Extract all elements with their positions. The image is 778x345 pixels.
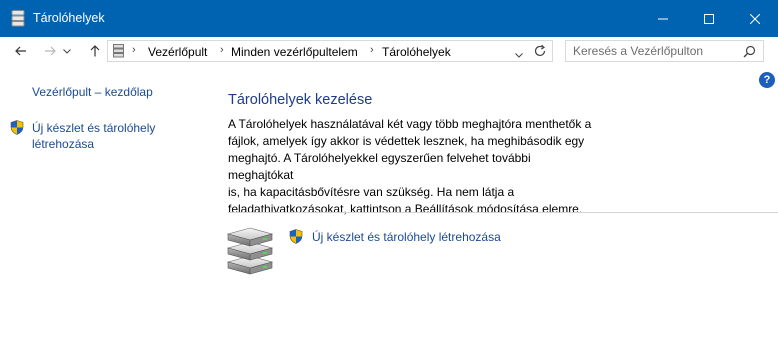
address-bar[interactable]: › Vezérlőpult › Minden vezérlőpultelem ›… [107,40,553,62]
search-input[interactable] [566,41,743,61]
page-title: Tárolóhelyek kezelése [228,92,373,108]
breadcrumb-separator: › [132,44,136,56]
description-line: fájlok, amelyek így akkor is védettek le… [228,134,585,148]
breadcrumb-separator: › [370,44,374,56]
navigation-bar: › Vezérlőpult › Minden vezérlőpultelem ›… [0,37,778,65]
breadcrumb-all-items[interactable]: Minden vezérlőpultelem [231,45,358,59]
chevron-down-icon [515,53,523,58]
refresh-icon [534,44,546,57]
up-button[interactable] [85,41,105,61]
stacked-drives-icon [225,224,275,279]
close-icon [750,13,760,24]
help-icon[interactable]: ? [759,72,775,88]
back-button[interactable] [11,41,31,61]
control-panel-home-link[interactable]: Vezérlőpult – kezdőlap [32,84,153,100]
breadcrumb-control-panel[interactable]: Vezérlőpult [148,45,207,59]
maximize-button[interactable] [686,0,732,37]
arrow-right-icon [45,46,56,56]
breadcrumb-storage-spaces[interactable]: Tárolóhelyek [382,45,451,59]
address-dropdown-button[interactable] [515,47,523,61]
create-pool-sidebar-link[interactable]: Új készlet és tárolóhely létrehozása [32,120,155,152]
breadcrumb-separator: › [220,44,224,56]
create-pool-sidebar-label-1: Új készlet és tárolóhely [32,121,156,135]
title-bar: Tárolóhelyek [0,0,778,37]
search-icon[interactable] [743,45,756,61]
uac-shield-icon [10,120,24,135]
create-pool-link[interactable]: Új készlet és tárolóhely létrehozása [312,230,501,244]
recent-locations-button[interactable] [61,41,73,61]
close-button[interactable] [732,0,778,37]
refresh-button[interactable] [534,44,547,61]
divider [228,212,778,213]
uac-shield-icon [289,229,303,244]
minimize-icon [658,18,668,19]
maximize-icon [704,13,714,24]
description-line: A Tárolóhelyek használatával két vagy tö… [228,117,592,131]
window-title: Tárolóhelyek [33,11,105,25]
description-line: feladathivatkozásokat, kattintson a Beál… [228,202,583,216]
arrow-up-icon [90,45,100,57]
forward-button[interactable] [40,41,60,61]
search-box[interactable] [565,40,764,62]
description-line: meghajtó. A Tárolóhelyekkel egyszerűen f… [228,151,531,182]
chevron-down-icon [63,48,71,54]
arrow-left-icon [15,46,26,56]
description-line: is, ha kapacitásbővítésre van szükség. H… [228,185,515,199]
storage-spaces-icon [11,10,25,27]
control-panel-icon [113,44,124,61]
description-text: A Tárolóhelyek használatával két vagy tö… [228,116,598,218]
create-pool-sidebar-label-2: létrehozása [32,137,95,151]
minimize-button[interactable] [640,0,686,37]
